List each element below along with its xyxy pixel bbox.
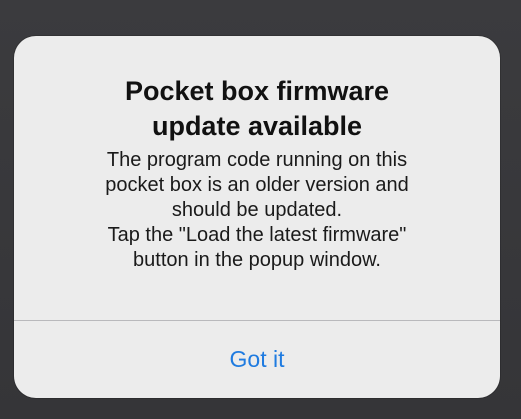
alert-title-line-1: Pocket box firmware <box>124 76 390 106</box>
alert-message-line: Tap the "Load the latest firmware" <box>107 224 407 246</box>
alert-title-line-2: update available <box>151 111 363 141</box>
alert-message: The program code running on this pocket … <box>34 148 480 273</box>
alert-content: Pocket box firmware update available The… <box>14 36 500 320</box>
alert-dialog: Pocket box firmware update available The… <box>14 36 500 398</box>
alert-message-line: button in the popup window. <box>133 249 381 271</box>
alert-message-line: should be updated. <box>171 199 343 221</box>
alert-message-line: pocket box is an older version and <box>105 174 409 196</box>
alert-title: Pocket box firmware update available <box>34 74 480 144</box>
got-it-button[interactable]: Got it <box>14 321 500 398</box>
alert-message-line: The program code running on this <box>106 149 408 171</box>
